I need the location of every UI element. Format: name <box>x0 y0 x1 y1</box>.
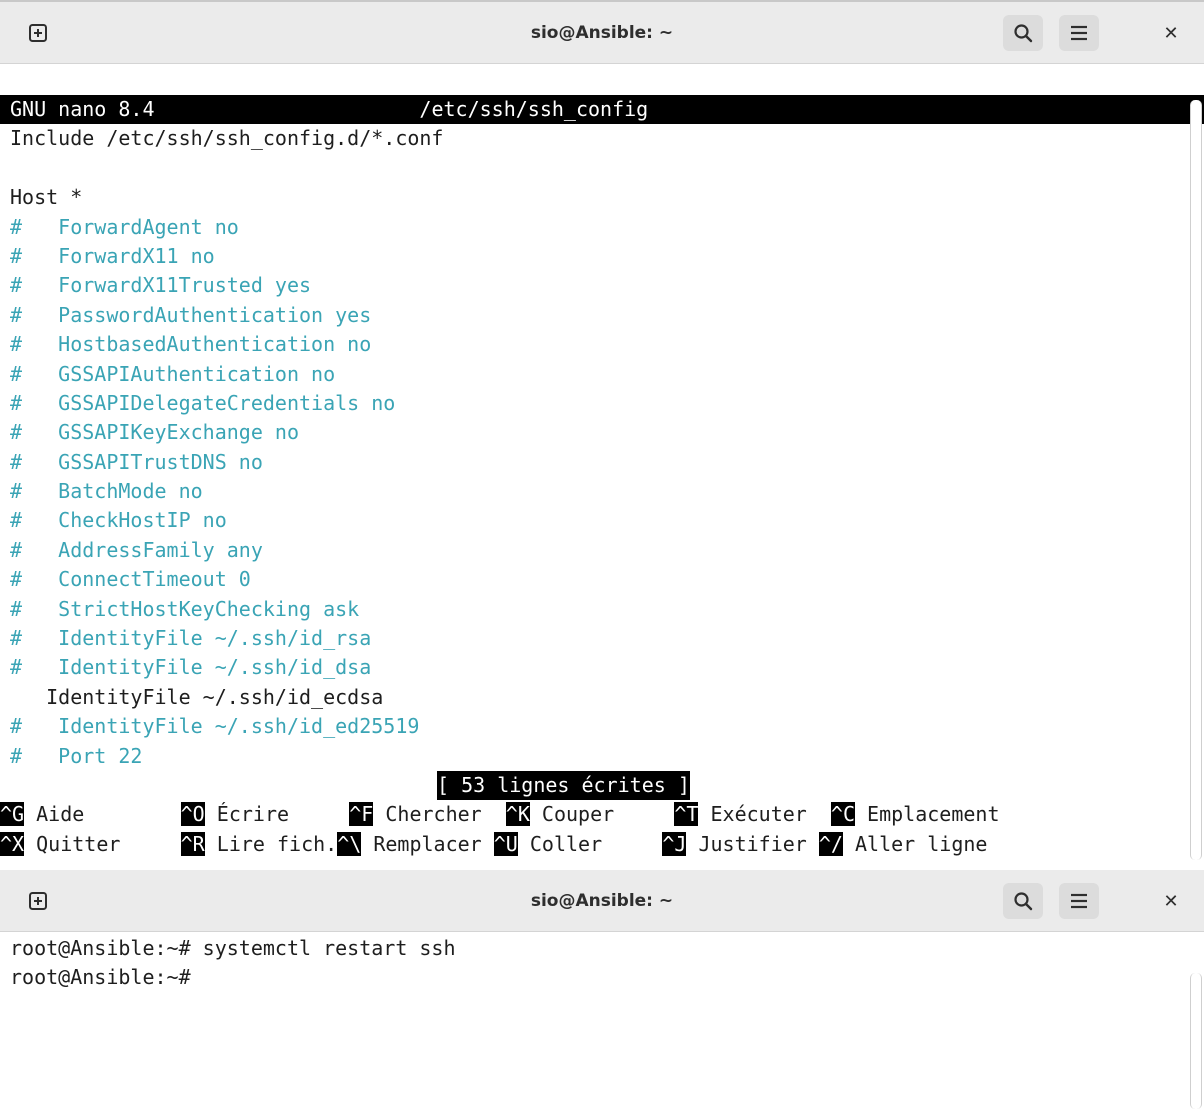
nano-text-line: Host * <box>10 185 83 210</box>
nano-header-bar: GNU nano 8.4 /etc/ssh/ssh_config <box>0 95 1204 125</box>
shortcut-key: ^\ <box>337 831 362 856</box>
nano-shortcut-row: ^G Aide ^O Écrire ^F Chercher ^K Couper … <box>0 800 1188 829</box>
nano-text-line: # IdentityFile ~/.ssh/id_ed25519 <box>10 714 420 739</box>
nano-text-line: # BatchMode no <box>10 479 203 504</box>
close-button[interactable]: ✕ <box>1160 890 1182 912</box>
nano-header-spacer <box>155 97 420 121</box>
shortcut-key: ^R <box>180 831 205 856</box>
nano-text-area[interactable]: Include /etc/ssh/ssh_config.d/*.conf Host… <box>0 124 1188 771</box>
nano-text-line: # CheckHostIP no <box>10 508 227 533</box>
close-icon: ✕ <box>1163 22 1179 44</box>
nano-text-line: # ForwardX11Trusted yes <box>10 273 312 298</box>
shortcut-key: ^U <box>493 831 518 856</box>
title-bar: sio@Ansible: ~ ✕ <box>0 870 1204 932</box>
search-icon <box>1014 24 1033 43</box>
shortcut-label: Emplacement <box>855 802 1000 827</box>
nano-version: GNU nano 8.4 <box>10 97 155 121</box>
nano-shortcut-row: ^X Quitter ^R Lire fich.^\ Remplacer ^U … <box>0 830 1188 859</box>
nano-text-line: # GSSAPIAuthentication no <box>10 361 336 386</box>
close-icon: ✕ <box>1163 890 1179 912</box>
nano-text-line: # IdentityFile ~/.ssh/id_rsa <box>10 626 372 651</box>
shell-line: root@Ansible:~# systemctl restart ssh <box>10 936 456 960</box>
shortcut-label: Écrire <box>204 802 350 827</box>
close-button[interactable]: ✕ <box>1160 22 1182 44</box>
shortcut-key: ^K <box>505 802 530 827</box>
shortcut-key: ^C <box>830 802 856 827</box>
menu-button[interactable] <box>1059 883 1099 919</box>
terminal-window-shell: sio@Ansible: ~ ✕ root@Ansible:~# systemc… <box>0 870 1204 1109</box>
search-button[interactable] <box>1003 15 1043 51</box>
shortcut-label: Lire fich. <box>204 831 338 856</box>
nano-text-line: # IdentityFile ~/.ssh/id_dsa <box>10 655 372 680</box>
nano-status-message: [ 53 lignes écrites ] <box>437 770 690 801</box>
shell-output[interactable]: root@Ansible:~# systemctl restart ssh ro… <box>0 934 1188 1109</box>
nano-text-line: # Port 22 <box>10 743 143 768</box>
scrollbar[interactable] <box>1190 973 1202 1109</box>
shortcut-key: ^G <box>0 802 25 827</box>
nano-text-line: # HostbasedAuthentication no <box>10 332 372 357</box>
shortcut-key: ^X <box>0 831 25 856</box>
shortcut-label: Aller ligne <box>842 831 988 856</box>
nano-text-line: # ConnectTimeout 0 <box>10 567 251 592</box>
new-tab-icon <box>29 892 47 910</box>
nano-editor[interactable]: GNU nano 8.4 /etc/ssh/ssh_config Include… <box>0 95 1204 870</box>
menu-button[interactable] <box>1059 15 1099 51</box>
hamburger-menu-icon <box>1071 25 1087 41</box>
nano-text-line: # GSSAPIDelegateCredentials no <box>10 390 396 415</box>
shortcut-key: ^F <box>349 802 374 827</box>
nano-text-line: # AddressFamily any <box>10 537 263 562</box>
hamburger-menu-icon <box>1071 893 1087 909</box>
shortcut-key: ^/ <box>818 831 843 856</box>
nano-text-line: # PasswordAuthentication yes <box>10 302 372 327</box>
new-tab-button[interactable] <box>18 15 58 51</box>
nano-text-line: # GSSAPIKeyExchange no <box>10 420 299 445</box>
shortcut-label: Chercher <box>373 802 506 827</box>
nano-text-line <box>0 154 1188 183</box>
shortcut-label: Exécuter <box>698 802 831 827</box>
nano-text-line: # ForwardX11 no <box>10 243 215 268</box>
new-tab-icon <box>29 24 47 42</box>
nano-text-line: # ForwardAgent no <box>10 214 239 239</box>
search-button[interactable] <box>1003 883 1043 919</box>
shortcut-label: Justifier <box>686 831 819 856</box>
shortcut-label: Coller <box>517 831 663 856</box>
nano-status-line: [ 53 lignes écrites ] <box>0 770 1188 801</box>
search-icon <box>1014 892 1033 911</box>
nano-text-line: Include /etc/ssh/ssh_config.d/*.conf <box>10 126 444 151</box>
shortcut-key: ^T <box>674 802 699 827</box>
new-tab-button[interactable] <box>18 883 58 919</box>
nano-text-line: # StrictHostKeyChecking ask <box>10 596 360 621</box>
shortcut-label: Remplacer <box>361 831 494 856</box>
shortcut-label: Quitter <box>24 831 181 856</box>
scrollbar[interactable] <box>1190 100 1202 860</box>
shortcut-key: ^J <box>662 831 687 856</box>
title-bar: sio@Ansible: ~ ✕ <box>0 2 1204 64</box>
shell-prompt-line: root@Ansible:~# <box>10 965 203 990</box>
shortcut-label: Aide <box>24 802 181 827</box>
nano-text-line: IdentityFile ~/.ssh/id_ecdsa <box>10 684 384 709</box>
terminal-window-nano: sio@Ansible: ~ ✕ GNU nano 8.4 /etc/ssh/s… <box>0 0 1204 870</box>
shortcut-label: Couper <box>529 802 675 827</box>
nano-text-line: # GSSAPITrustDNS no <box>10 449 263 474</box>
nano-filename: /etc/ssh/ssh_config <box>419 97 649 121</box>
shortcut-key: ^O <box>180 802 205 827</box>
